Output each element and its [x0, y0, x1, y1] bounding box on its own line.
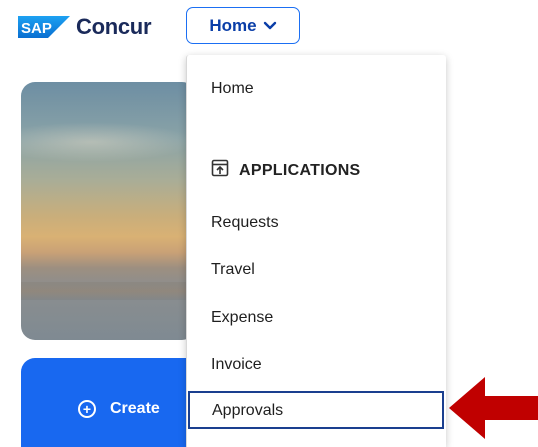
- sap-badge: SAP: [18, 16, 70, 38]
- menu-item-expense[interactable]: Expense: [211, 306, 273, 330]
- menu-item-approvals[interactable]: Approvals: [188, 391, 444, 429]
- brand-name: Concur: [76, 14, 152, 39]
- arrow-left-icon: [449, 377, 538, 439]
- menu-item-label: Travel: [211, 261, 255, 278]
- menu-item-requests[interactable]: Requests: [211, 211, 279, 235]
- create-button[interactable]: + Create: [78, 400, 160, 418]
- chevron-down-icon: [263, 16, 277, 36]
- sap-concur-logo[interactable]: SAP Concur: [18, 12, 152, 42]
- menu-item-label: Invoice: [211, 356, 262, 373]
- create-button-label: Create: [110, 400, 160, 417]
- sap-badge-text: SAP: [21, 20, 52, 37]
- menu-item-home[interactable]: Home: [211, 77, 254, 101]
- home-dropdown-menu: Home APPLICATIONS Requests Travel Expens…: [186, 55, 446, 447]
- menu-section-applications: APPLICATIONS: [211, 159, 361, 182]
- top-header: SAP Concur Home: [0, 0, 538, 60]
- red-arrow-annotation: [449, 377, 538, 439]
- page: SAP Concur Home + Create Home APPLICATIO…: [0, 0, 538, 447]
- home-nav-button[interactable]: Home: [186, 7, 300, 44]
- app-launch-icon: [211, 159, 229, 182]
- menu-item-invoice[interactable]: Invoice: [211, 353, 262, 377]
- hero-image-card: [21, 82, 196, 340]
- menu-item-label: Requests: [211, 214, 279, 231]
- menu-section-title: APPLICATIONS: [239, 161, 361, 179]
- menu-item-label: Home: [211, 80, 254, 97]
- plus-circle-icon: +: [78, 400, 96, 418]
- menu-item-label: Approvals: [212, 402, 284, 419]
- home-nav-button-label: Home: [209, 15, 257, 35]
- menu-item-travel[interactable]: Travel: [211, 258, 255, 282]
- sap-logo-shape: SAP: [18, 16, 70, 38]
- menu-item-label: Expense: [211, 309, 274, 326]
